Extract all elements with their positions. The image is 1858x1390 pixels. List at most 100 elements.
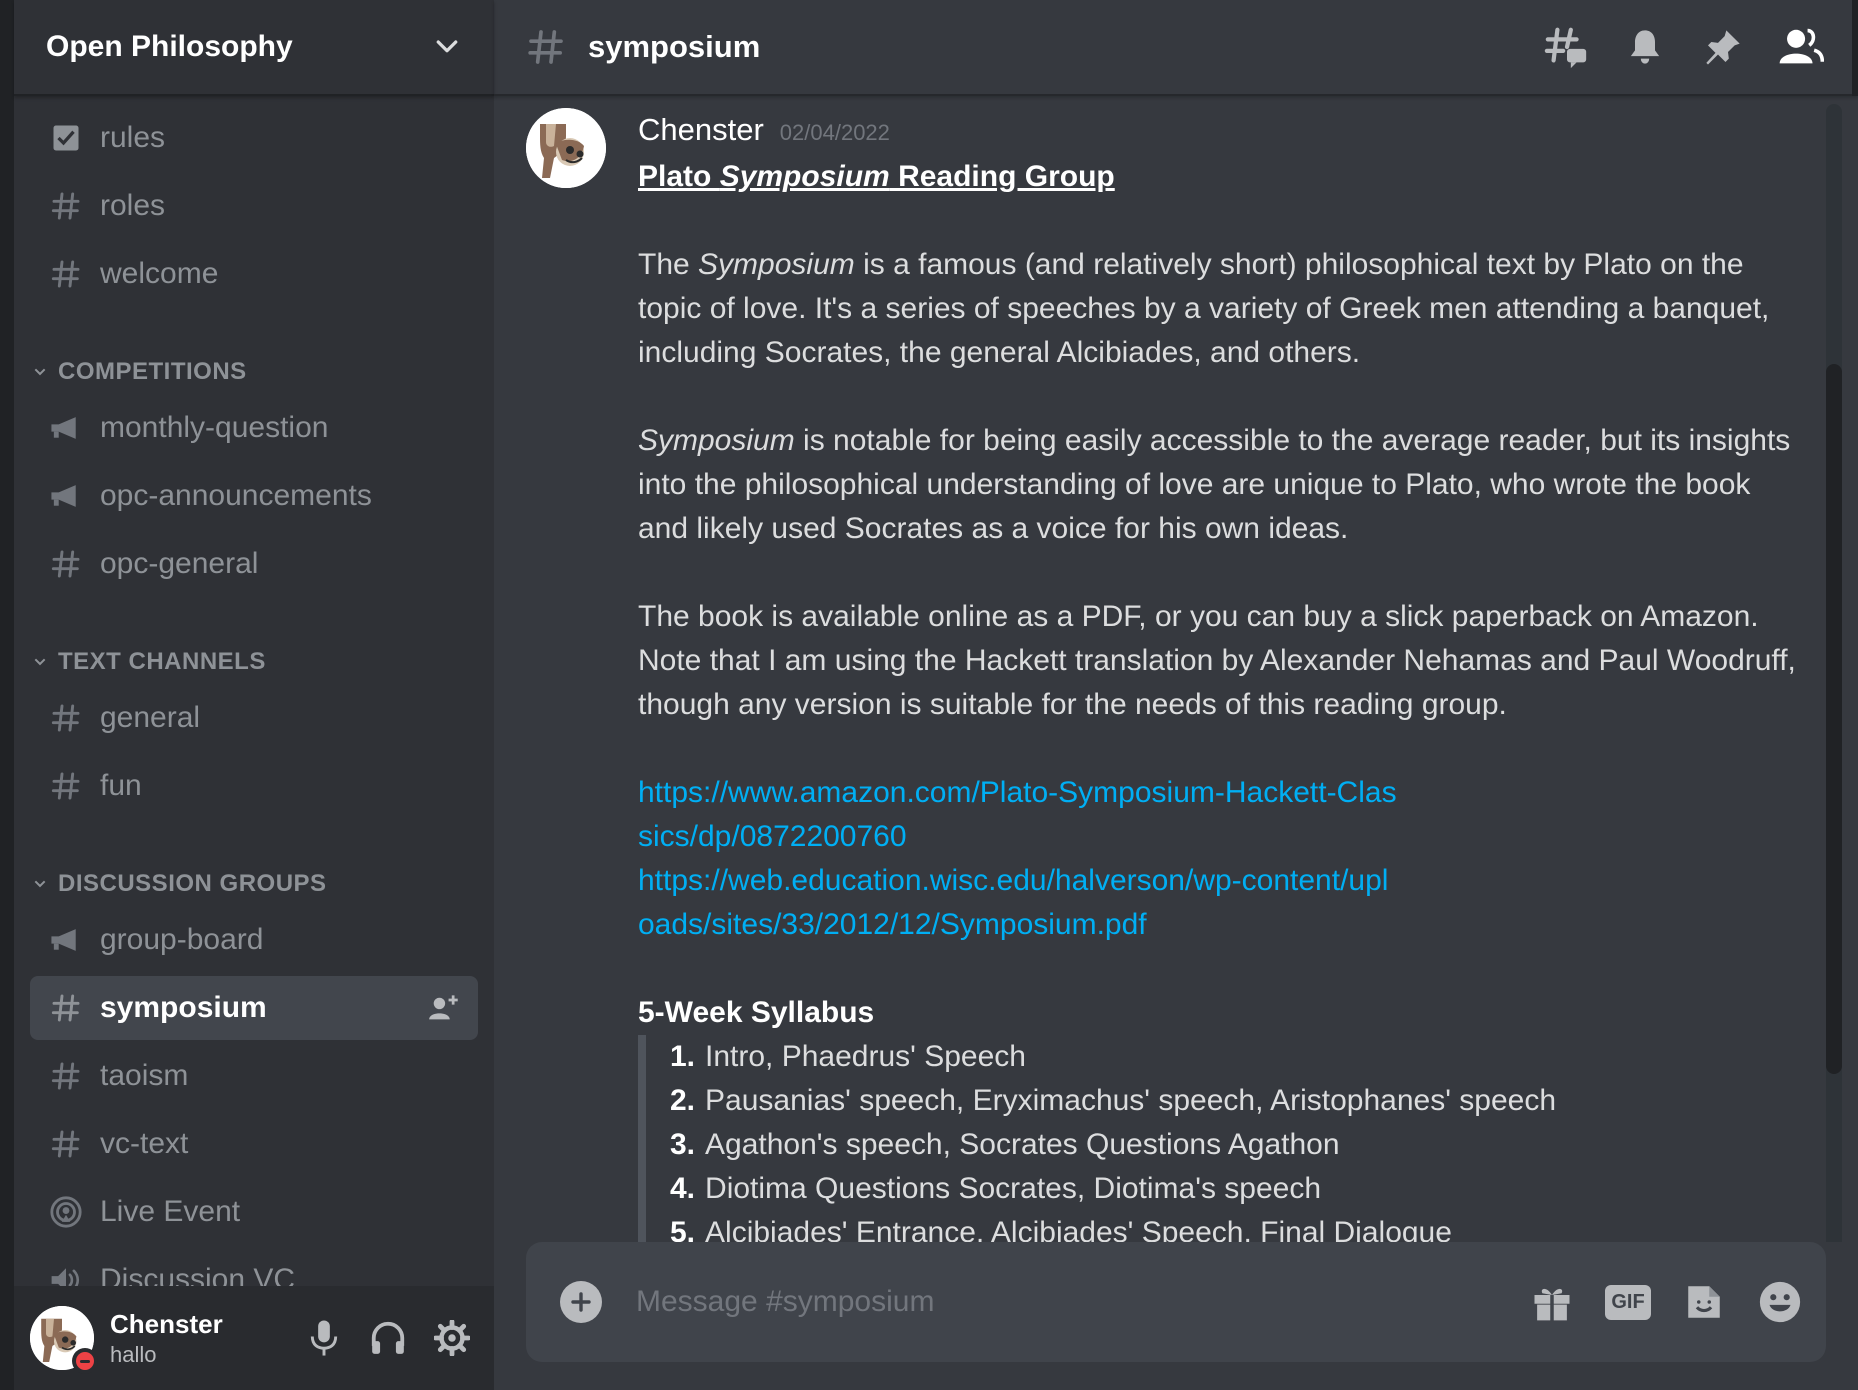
- syllabus-number: 5.: [670, 1216, 696, 1242]
- paragraph-text: The: [638, 248, 699, 281]
- paragraph-italic: Symposium: [638, 424, 795, 457]
- bell-icon: [1630, 30, 1660, 64]
- chevron-down-icon: [34, 658, 46, 666]
- sticker-icon: [1688, 1286, 1720, 1318]
- syllabus-text: Agathon's speech, Socrates Questions Aga…: [705, 1128, 1340, 1161]
- syllabus-text: Intro, Phaedrus' Speech: [705, 1040, 1026, 1073]
- user-panel: Chenster hallo: [14, 1286, 494, 1390]
- paragraph: Symposium is notable for being easily ac…: [638, 419, 1798, 551]
- hash-icon: [48, 256, 84, 292]
- syllabus-item: 3. Agathon's speech, Socrates Questions A…: [670, 1123, 1798, 1167]
- microphone-icon: [310, 1320, 338, 1356]
- category-discussion-groups[interactable]: DISCUSSION GROUPS: [30, 844, 478, 904]
- chevron-down-icon: [34, 880, 46, 888]
- channel-label: welcome: [100, 257, 219, 290]
- category-competitions[interactable]: COMPETITIONS: [30, 332, 478, 392]
- channel-label: general: [100, 701, 201, 734]
- hash-icon: [48, 990, 84, 1026]
- sticker-button[interactable]: [1680, 1278, 1728, 1326]
- deafen-button[interactable]: [362, 1312, 414, 1364]
- category-label: DISCUSSION GROUPS: [58, 870, 327, 897]
- message: Chenster 02/04/2022 Plato Symposium Read…: [526, 108, 1798, 1242]
- heading-italic: Symposium: [719, 160, 890, 193]
- channel-welcome[interactable]: welcome: [30, 242, 478, 306]
- message-content: Chenster 02/04/2022 Plato Symposium Read…: [638, 108, 1798, 1242]
- stage-icon: [48, 1194, 84, 1230]
- channel-label: opc-announcements: [100, 479, 372, 512]
- pinned-messages-button[interactable]: [1698, 22, 1748, 72]
- channel-label: roles: [100, 189, 166, 222]
- message-list: Chenster 02/04/2022 Plato Symposium Read…: [494, 96, 1858, 1242]
- attach-button[interactable]: [560, 1281, 602, 1323]
- syllabus-text: Alcibiades' Entrance, Alcibiades' Speech…: [705, 1216, 1452, 1242]
- server-header[interactable]: Open Philosophy: [14, 0, 494, 96]
- hash-icon: [48, 1058, 84, 1094]
- paragraph-text: is notable for being easily accessible t…: [638, 424, 1791, 545]
- author-name[interactable]: Chenster: [638, 108, 764, 152]
- chevron-down-icon: [34, 368, 46, 376]
- channel-symposium[interactable]: symposium: [30, 976, 478, 1040]
- syllabus-item: 2. Pausanias' speech, Eryximachus' speech…: [670, 1079, 1798, 1123]
- user-status-text: hallo: [110, 1341, 157, 1367]
- channel-group-board[interactable]: group-board: [30, 908, 478, 972]
- channel-label: opc-general: [100, 547, 259, 580]
- server-name: Open Philosophy: [46, 30, 293, 63]
- channel-label: rules: [100, 121, 166, 154]
- channel-label: group-board: [100, 923, 264, 956]
- channel-live-event[interactable]: Live Event: [30, 1180, 478, 1244]
- amazon-link[interactable]: https://www.amazon.com/Plato-Symposium-H…: [638, 771, 1398, 859]
- server-rail: [0, 0, 14, 1390]
- channel-opc-general[interactable]: opc-general: [30, 532, 478, 596]
- syllabus-text: Diotima Questions Socrates, Diotima's sp…: [705, 1172, 1322, 1205]
- category-label: COMPETITIONS: [58, 358, 247, 385]
- category-text-channels[interactable]: TEXT CHANNELS: [30, 622, 478, 682]
- channel-title: symposium: [588, 29, 761, 64]
- channel-rules[interactable]: rules: [30, 106, 478, 170]
- scrollbar-track[interactable]: [1826, 104, 1842, 1242]
- announcement-icon: [48, 410, 84, 446]
- hash-icon: [528, 30, 563, 64]
- rules-checkbox-icon: [48, 120, 84, 156]
- user-avatar[interactable]: [30, 1306, 98, 1374]
- channel-roles[interactable]: roles: [30, 174, 478, 238]
- channel-fun[interactable]: fun: [30, 754, 478, 818]
- heading-text: Reading Group: [889, 160, 1115, 193]
- syllabus-text: Pausanias' speech, Eryximachus' speech, …: [705, 1084, 1557, 1117]
- message-input[interactable]: [636, 1285, 1500, 1319]
- gif-button[interactable]: GIF: [1604, 1278, 1652, 1326]
- heading-text: Plato: [638, 160, 720, 193]
- announcement-icon: [48, 478, 84, 514]
- syllabus-number: 2.: [670, 1084, 696, 1117]
- author-avatar[interactable]: [526, 108, 606, 188]
- paragraph: The book is available online as a PDF, o…: [638, 600, 1796, 721]
- invite-member-icon[interactable]: [428, 994, 460, 1022]
- emoji-button[interactable]: [1756, 1278, 1804, 1326]
- channel-vc-text[interactable]: vc-text: [30, 1112, 478, 1176]
- channel-list: rules roles welcome COMPETITIONS monthly…: [14, 96, 494, 1286]
- channel-label: symposium: [100, 991, 267, 1024]
- gift-icon: [1534, 1288, 1570, 1322]
- mute-button[interactable]: [298, 1312, 350, 1364]
- window-edge: [1852, 0, 1858, 96]
- chat-header: symposium: [494, 0, 1858, 96]
- gift-button[interactable]: [1528, 1278, 1576, 1326]
- channel-general[interactable]: general: [30, 686, 478, 750]
- channel-opc-announcements[interactable]: opc-announcements: [30, 464, 478, 528]
- channel-taoism[interactable]: taoism: [30, 1044, 478, 1108]
- hash-icon: [48, 188, 84, 224]
- user-info[interactable]: Chenster hallo: [110, 1309, 286, 1368]
- members-icon: [1779, 28, 1824, 64]
- user-settings-button[interactable]: [426, 1312, 478, 1364]
- syllabus-heading: 5-Week Syllabus: [638, 996, 875, 1029]
- channel-discussion-vc[interactable]: Discussion VC: [30, 1248, 478, 1286]
- channel-monthly-question[interactable]: monthly-question: [30, 396, 478, 460]
- hash-icon: [48, 700, 84, 736]
- notification-settings-button[interactable]: [1620, 22, 1670, 72]
- sloth-avatar-icon: [526, 108, 606, 188]
- plus-icon: [571, 1292, 591, 1312]
- pdf-link[interactable]: https://web.education.wisc.edu/halverson…: [638, 859, 1398, 947]
- message-heading: Plato Symposium Reading Group: [638, 155, 1798, 199]
- member-list-button[interactable]: [1776, 22, 1826, 72]
- scrollbar-thumb[interactable]: [1826, 364, 1842, 1074]
- threads-button[interactable]: [1542, 22, 1592, 72]
